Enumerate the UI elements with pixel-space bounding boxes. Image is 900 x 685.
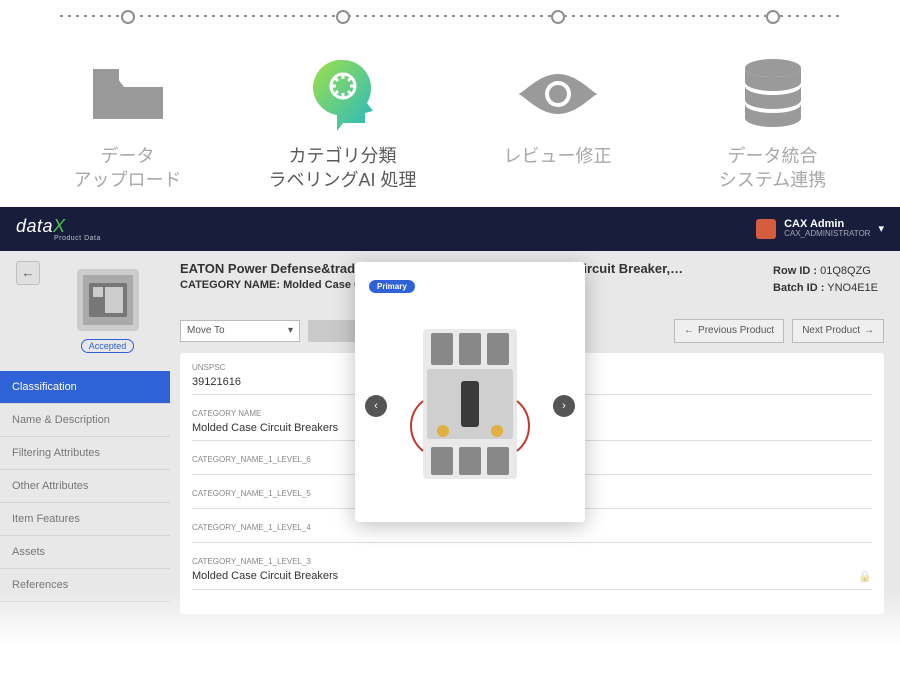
step-upload: データ アップロード [20,10,235,193]
chevron-down-icon: ▾ [878,222,884,235]
step-label: データ統合 システム連携 [719,144,826,193]
step-indicator [551,10,565,24]
step-label: カテゴリ分類 ラベリングAI 処理 [268,144,416,193]
step-indicator [121,10,135,24]
tab-references[interactable]: References [0,569,170,602]
folder-icon [88,54,168,134]
step-indicator [336,10,350,24]
field-label: CATEGORY_NAME_1_LEVEL_4 [192,523,872,532]
product-image [395,321,545,491]
move-to-select[interactable]: Move To▾ [180,320,300,342]
field-label: CATEGORY_NAME_1_LEVEL_3 [192,557,872,566]
tab-assets[interactable]: Assets [0,536,170,569]
tab-filtering[interactable]: Filtering Attributes [0,437,170,470]
lock-icon: 🔒 [858,570,872,583]
status-badge: Accepted [81,339,135,353]
database-icon [738,54,808,134]
step-review: レビュー修正 [450,10,665,168]
eye-icon [513,54,603,134]
back-button[interactable]: ← [16,261,40,285]
image-preview-modal: Primary ‹ › [355,262,585,522]
carousel-prev-button[interactable]: ‹ [365,395,387,417]
step-indicator [766,10,780,24]
avatar [756,219,776,239]
tab-other[interactable]: Other Attributes [0,470,170,503]
field-value[interactable]: Molded Case Circuit Breakers🔒 [192,566,872,590]
tab-name-description[interactable]: Name & Description [0,404,170,437]
user-menu[interactable]: CAX Admin CAX_ADMINISTRATOR ▾ [756,218,884,239]
previous-product-button[interactable]: ← Previous Product [674,319,784,343]
product-thumbnail[interactable] [77,269,139,331]
workflow-stepper: データ アップロード カテゴリ分類 ラベリングAI 処理 レビュー修正 データ統… [0,0,900,193]
step-label: データ アップロード [74,144,182,193]
step-ai-labeling: カテゴリ分類 ラベリングAI 処理 [235,10,450,193]
chevron-down-icon: ▾ [288,325,293,336]
carousel-next-button[interactable]: › [553,395,575,417]
step-label: レビュー修正 [504,144,612,168]
primary-badge: Primary [369,280,415,293]
ai-head-icon [303,54,383,134]
next-product-button[interactable]: Next Product → [792,319,884,343]
batch-id: Batch ID : YNO4E1E [773,282,878,294]
user-role: CAX_ADMINISTRATOR [784,230,870,239]
step-integration: データ統合 システム連携 [665,10,880,193]
app-logo: dataXProduct Data [16,216,101,242]
field-value[interactable] [192,532,872,543]
row-id: Row ID : 01Q8QZG [773,265,878,277]
side-tabs: Classification Name & Description Filter… [0,371,170,602]
tab-classification[interactable]: Classification [0,371,170,404]
application-window: dataXProduct Data CAX Admin CAX_ADMINIST… [0,207,900,645]
topbar: dataXProduct Data CAX Admin CAX_ADMINIST… [0,207,900,251]
tab-features[interactable]: Item Features [0,503,170,536]
